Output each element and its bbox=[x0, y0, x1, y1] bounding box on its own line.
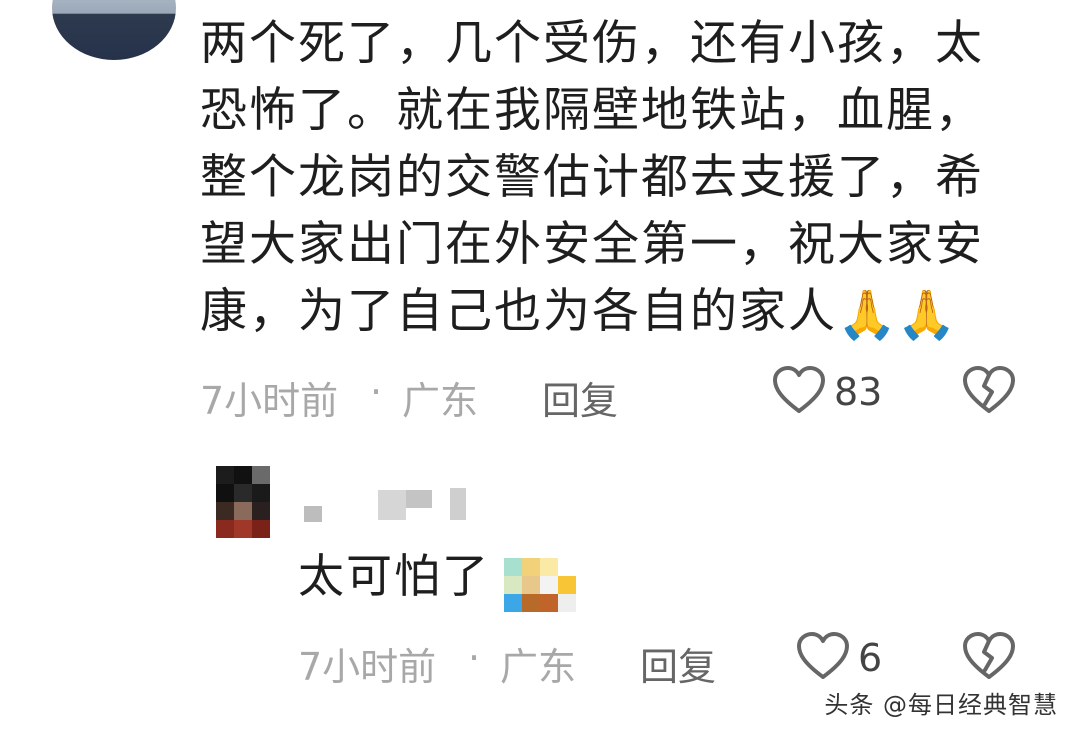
reply-like-count: 6 bbox=[858, 636, 883, 680]
reply-separator: · bbox=[468, 636, 481, 680]
comment-like-count: 83 bbox=[834, 370, 883, 414]
comment-location: 广东 bbox=[402, 379, 479, 423]
reply-emoji-blurred bbox=[504, 558, 576, 612]
reply-location: 广东 bbox=[500, 645, 577, 689]
replier-name-blurred[interactable] bbox=[300, 486, 470, 522]
broken-heart-icon[interactable] bbox=[962, 366, 1016, 416]
commenter-avatar[interactable] bbox=[52, 0, 176, 60]
heart-outline-icon[interactable] bbox=[772, 366, 826, 416]
comment-reply-button[interactable]: 回复 bbox=[542, 370, 618, 425]
reply-time: 7小时前 bbox=[298, 645, 437, 689]
reply-reply-button[interactable]: 回复 bbox=[640, 636, 716, 691]
comment-time: 7小时前 bbox=[200, 379, 339, 423]
replier-avatar[interactable] bbox=[216, 466, 270, 538]
folded-hands-emoji: 🙏🙏 bbox=[837, 287, 957, 343]
reply-text: 太可怕了 bbox=[298, 549, 490, 603]
comment-separator: · bbox=[370, 370, 383, 414]
broken-heart-icon[interactable] bbox=[962, 632, 1016, 682]
comment-body: 两个死了，几个受伤，还有小孩，太恐怖了。就在我隔壁地铁站，血腥，整个龙岗的交警估… bbox=[200, 10, 1020, 345]
watermark: 头条 @每日经典智慧 bbox=[824, 691, 1058, 719]
heart-outline-icon[interactable] bbox=[796, 632, 850, 682]
